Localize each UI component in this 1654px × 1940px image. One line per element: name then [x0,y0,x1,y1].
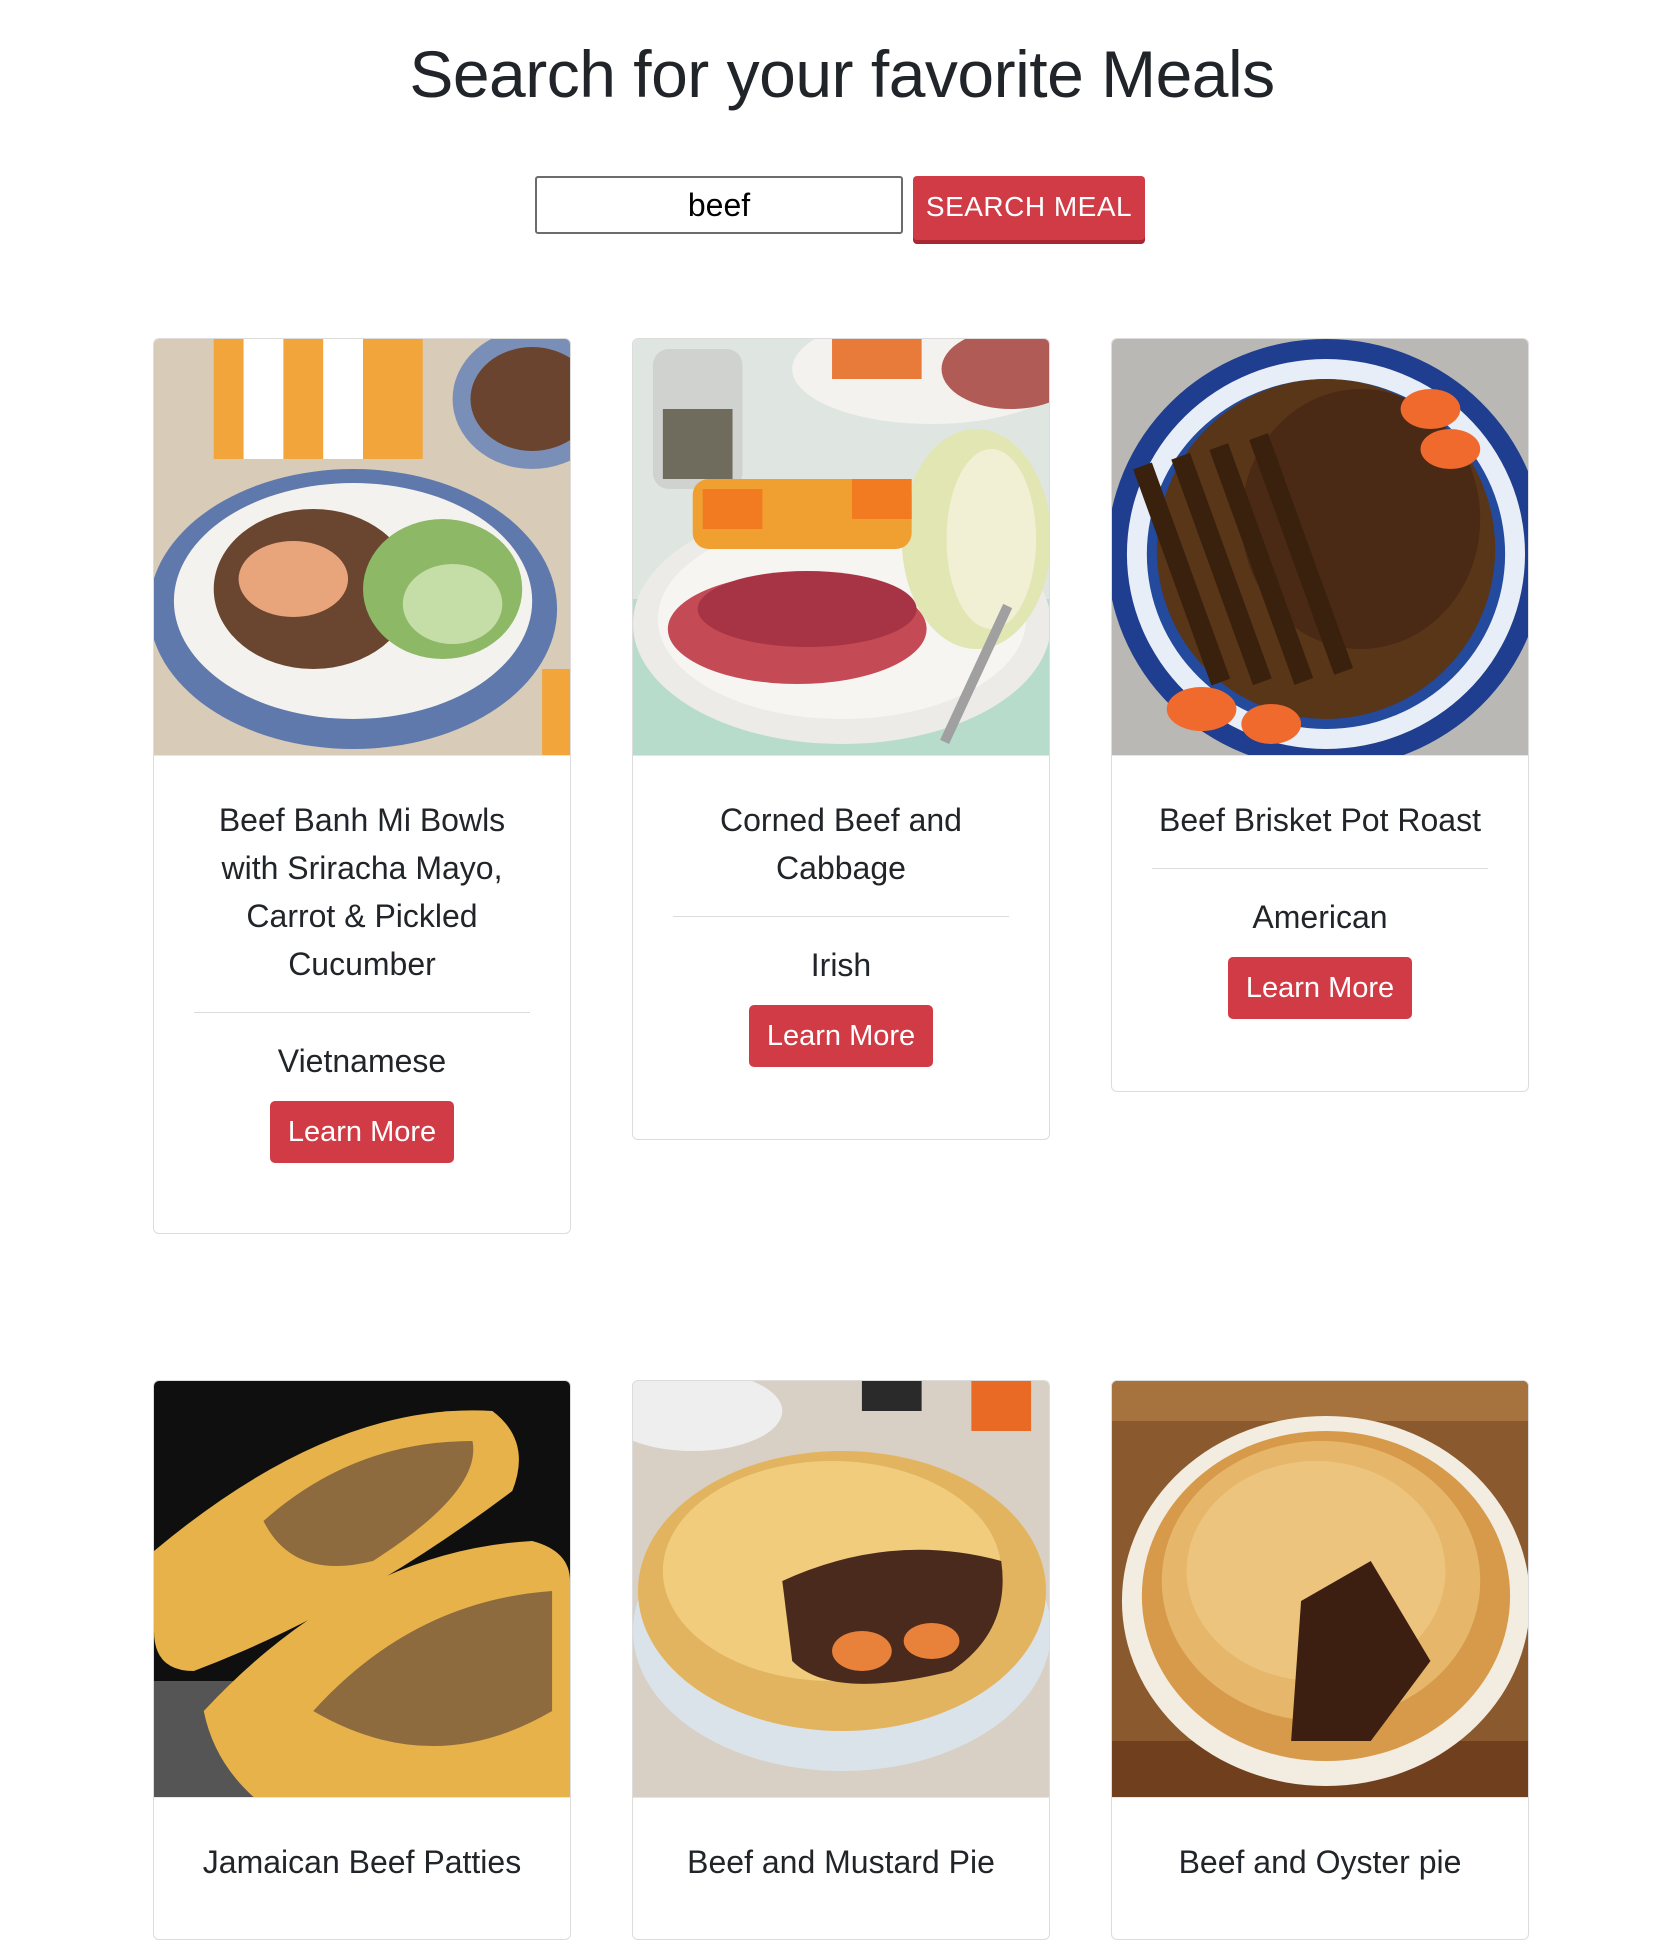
meal-image [633,1381,1049,1798]
card-body: Jamaican Beef Patties [154,1798,570,1926]
card-divider [194,1012,530,1013]
meal-card: Beef and Oyster pie [1111,1380,1529,1940]
search-bar: SEARCH MEAL [535,176,1145,240]
search-input[interactable] [535,176,903,234]
meal-title: Corned Beef and Cabbage [720,802,962,886]
meal-image [1112,339,1528,756]
card-body: Beef Brisket Pot Roast American Learn Mo… [1112,756,1528,1059]
meal-area: Vietnamese [277,1043,447,1079]
meal-card: Corned Beef and Cabbage Irish Learn More [632,338,1050,1140]
learn-more-button[interactable]: Learn More [748,1005,934,1067]
card-body: Corned Beef and Cabbage Irish Learn More [633,756,1049,1107]
learn-more-button[interactable]: Learn More [1227,957,1413,1019]
learn-more-button[interactable]: Learn More [269,1101,455,1163]
card-body: Beef Banh Mi Bowls with Sriracha Mayo, C… [154,756,570,1203]
meal-card: Beef and Mustard Pie [632,1380,1050,1940]
meal-card: Beef Brisket Pot Roast American Learn Mo… [1111,338,1529,1092]
meal-title: Beef and Mustard Pie [687,1844,995,1880]
meal-card: Jamaican Beef Patties [153,1380,571,1940]
meal-image [154,1381,570,1798]
meal-image [633,339,1049,756]
page-title: Search for your favorite Meals [409,37,1275,111]
meal-title: Beef Banh Mi Bowls with Sriracha Mayo, C… [218,802,506,982]
card-divider [1152,868,1488,869]
meal-title: Jamaican Beef Patties [202,1844,522,1880]
card-body: Beef and Mustard Pie [633,1798,1049,1926]
search-meal-button[interactable]: SEARCH MEAL [913,176,1145,240]
meal-area: American [1252,899,1388,935]
card-divider [673,916,1009,917]
meal-card: Beef Banh Mi Bowls with Sriracha Mayo, C… [153,338,571,1234]
meal-image [1112,1381,1528,1798]
meal-area: Irish [810,947,872,983]
meal-title: Beef and Oyster pie [1178,1844,1462,1880]
meal-image [154,339,570,756]
meal-title: Beef Brisket Pot Roast [1159,802,1481,838]
card-body: Beef and Oyster pie [1112,1798,1528,1926]
